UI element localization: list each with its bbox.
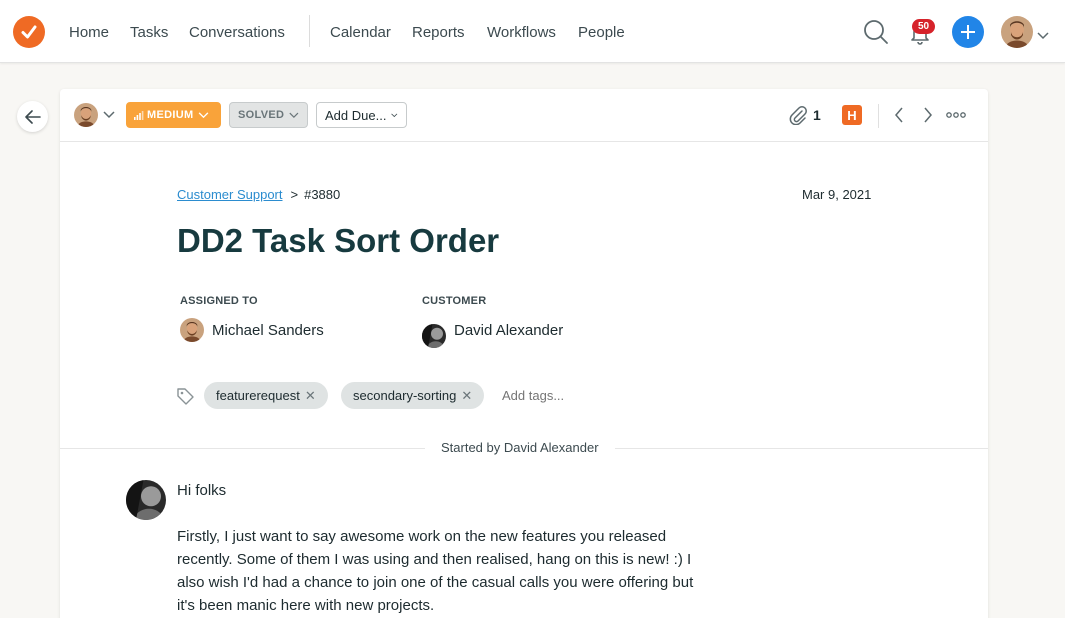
plus-icon[interactable] [952, 16, 984, 48]
user-avatar[interactable] [1001, 16, 1033, 48]
ticket-date: Mar 9, 2021 [802, 187, 872, 202]
notification-count-badge: 50 [912, 19, 935, 34]
page-title: DD2 Task Sort Order [177, 222, 500, 259]
chevron-down-icon [199, 111, 209, 118]
due-date-dropdown[interactable]: Add Due... [316, 102, 407, 128]
add-tags-input[interactable] [502, 388, 622, 403]
chevron-down-icon[interactable] [1037, 27, 1049, 45]
ticket-number: #3880 [304, 187, 341, 202]
back-arrow-icon [24, 109, 41, 124]
due-date-label: Add Due... [325, 107, 387, 123]
nav-home[interactable]: Home [69, 24, 109, 41]
tag-label: secondary-sorting [353, 388, 457, 403]
breadcrumb-separator: > [290, 187, 299, 202]
chevron-right-icon[interactable] [919, 106, 937, 124]
nav-conversations[interactable]: Conversations [189, 24, 285, 41]
integration-badge[interactable]: H [842, 105, 862, 125]
customer-label: CUSTOMER [422, 295, 487, 307]
tag-icon [177, 388, 194, 410]
nav-reports[interactable]: Reports [412, 24, 465, 41]
nav-divider [309, 15, 310, 47]
status-dropdown[interactable]: SOLVED [229, 102, 308, 128]
customer-name: David Alexander [454, 321, 564, 339]
avatar [126, 480, 166, 520]
more-dots-icon[interactable] [946, 106, 966, 124]
search-icon[interactable] [862, 18, 890, 46]
logo-check-icon[interactable] [13, 16, 45, 48]
ticket-toolbar: MEDIUM SOLVED Add Due... 1 H [60, 89, 988, 142]
avatar [180, 318, 204, 342]
nav-people[interactable]: People [578, 24, 625, 41]
assigned-to-value[interactable]: Michael Sanders [180, 318, 324, 342]
breadcrumb: Customer Support > #3880 [177, 187, 340, 202]
attachment-count: 1 [813, 107, 821, 123]
chevron-down-icon [391, 113, 398, 117]
avatar [422, 324, 446, 348]
breadcrumb-parent-link[interactable]: Customer Support [177, 187, 283, 202]
tag-chip: secondary-sorting ✕ [341, 382, 485, 409]
nav-workflows[interactable]: Workflows [487, 24, 556, 41]
tag-chip: featurerequest ✕ [204, 382, 328, 409]
customer-value[interactable]: David Alexander [422, 316, 563, 348]
close-icon[interactable]: ✕ [305, 388, 316, 404]
back-button[interactable] [17, 101, 48, 132]
assigned-to-label: ASSIGNED TO [180, 295, 258, 307]
started-by-label: Started by David Alexander [425, 440, 615, 455]
message-greeting: Hi folks [177, 482, 227, 499]
status-label: SOLVED [238, 109, 285, 121]
chevron-left-icon[interactable] [890, 106, 908, 124]
toolbar-divider [878, 104, 879, 128]
signal-bars-icon [134, 110, 144, 120]
nav-tasks[interactable]: Tasks [130, 24, 168, 41]
assignee-name: Michael Sanders [212, 321, 324, 339]
assignee-picker[interactable] [74, 102, 115, 128]
tag-label: featurerequest [216, 388, 300, 403]
priority-dropdown[interactable]: MEDIUM [126, 102, 221, 128]
avatar [74, 103, 98, 127]
close-icon[interactable]: ✕ [461, 388, 472, 404]
attachments-button[interactable]: 1 [788, 104, 821, 126]
chevron-down-icon [289, 112, 299, 118]
priority-label: MEDIUM [147, 109, 194, 121]
nav-calendar[interactable]: Calendar [330, 24, 391, 41]
paperclip-icon [789, 106, 807, 125]
message-body: Firstly, I just want to say awesome work… [177, 528, 694, 614]
top-nav: Home Tasks Conversations Calendar Report… [0, 0, 1065, 63]
ticket-card: MEDIUM SOLVED Add Due... 1 H Customer Su… [60, 89, 988, 618]
chevron-down-icon [103, 111, 115, 119]
